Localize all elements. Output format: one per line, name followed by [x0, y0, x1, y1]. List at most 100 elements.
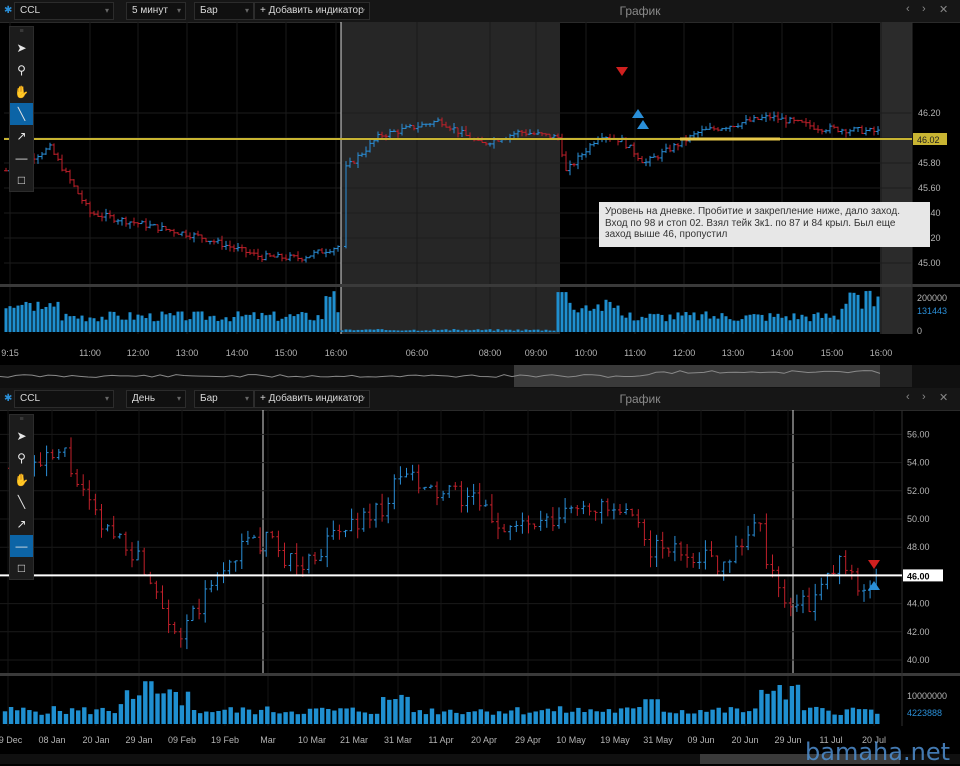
volume-bar	[832, 315, 836, 332]
volume-bar	[72, 316, 76, 332]
rectangle-icon[interactable]: □	[10, 557, 33, 579]
volume-bar	[796, 319, 800, 332]
volume-bar	[504, 329, 508, 332]
price-axis-label: 45.00	[918, 258, 941, 268]
horizontal-line-icon[interactable]: —	[10, 147, 33, 169]
volume-bar	[795, 684, 801, 724]
line-icon[interactable]: ╲	[10, 491, 33, 513]
add-indicator-button[interactable]: + Добавить индикатор ▾	[254, 2, 370, 20]
volume-bar	[130, 698, 136, 724]
volume-bar	[246, 709, 252, 724]
volume-bar	[64, 313, 68, 332]
volume-bar	[352, 330, 356, 332]
chart-logo-icon: ✱	[4, 393, 13, 404]
right-pad-shade	[880, 22, 912, 334]
volume-bar	[612, 712, 618, 724]
volume-bar	[668, 314, 672, 332]
chevron-down-icon: ▾	[360, 6, 365, 15]
volume-bar	[764, 320, 768, 332]
cursor-icon[interactable]: ➤	[10, 425, 33, 447]
volume-bar	[149, 681, 154, 724]
intraday-toolbar: ✱ CCL ▾ 5 минут ▾ Бар ▾ + Добавить индикато…	[0, 0, 960, 23]
date-axis-label: 11 Apr	[428, 735, 453, 745]
zoom-icon[interactable]: ⚲	[10, 447, 33, 469]
volume-bar	[324, 296, 328, 332]
volume-bar	[784, 316, 788, 332]
volume-bar	[568, 302, 572, 332]
zoom-icon[interactable]: ⚲	[10, 59, 33, 81]
toolbar-grip-icon[interactable]: ≡	[10, 415, 33, 425]
volume-bar	[8, 306, 12, 332]
volume-bar	[272, 311, 276, 332]
daily-chart-area[interactable]: 46.00 56.00 54.00 52.00 50.00 48.00 44.00 42.00…	[0, 410, 960, 764]
time-axis-label: 06:00	[406, 348, 429, 358]
chevron-down-icon: ▾	[360, 394, 365, 403]
forward-icon[interactable]: ›	[922, 391, 926, 403]
hand-icon[interactable]: ✋	[10, 469, 33, 491]
volume-bar	[284, 316, 288, 332]
time-axis-label: 14:00	[226, 348, 249, 358]
toolbar-grip-icon[interactable]: ≡	[10, 27, 33, 37]
symbol-select[interactable]: CCL ▾	[14, 390, 114, 408]
add-indicator-button[interactable]: + Добавить индикатор ▾	[254, 390, 370, 408]
current-price-label: 46.02	[917, 135, 940, 145]
volume-bar	[222, 709, 227, 724]
cursor-icon[interactable]: ➤	[10, 37, 33, 59]
horizontal-line-icon[interactable]: —	[10, 535, 33, 557]
back-icon[interactable]: ‹	[906, 3, 910, 15]
chart-logo-icon: ✱	[4, 5, 13, 16]
volume-bar	[768, 313, 772, 332]
rectangle-icon[interactable]: □	[10, 169, 33, 191]
volume-bar	[820, 317, 824, 332]
volume-bar	[672, 319, 676, 332]
volume-bar	[676, 312, 680, 332]
volume-axis-label: 0	[917, 326, 922, 336]
back-icon[interactable]: ‹	[906, 391, 910, 403]
volume-bar	[679, 710, 685, 724]
arrow-icon[interactable]: ↗	[10, 513, 33, 535]
volume-bar	[844, 709, 849, 724]
volume-bar	[862, 709, 868, 724]
volume-bar	[118, 704, 124, 724]
volume-bar	[399, 694, 404, 724]
volume-bar	[480, 330, 484, 332]
hand-icon[interactable]: ✋	[10, 81, 33, 103]
date-axis-label: Mar	[260, 735, 276, 745]
volume-bar	[234, 712, 239, 724]
volume-bar	[204, 319, 208, 332]
volume-bar	[600, 711, 605, 724]
date-axis-label: 21 Mar	[340, 735, 368, 745]
price-axis-label: 56.00	[907, 429, 930, 439]
volume-bar	[760, 314, 764, 332]
volume-bar	[374, 713, 380, 724]
close-icon[interactable]: ✕	[939, 3, 948, 16]
volume-bar	[728, 319, 732, 332]
volume-bar	[156, 320, 160, 332]
forward-icon[interactable]: ›	[922, 3, 926, 15]
close-icon[interactable]: ✕	[939, 391, 948, 404]
volume-bar	[40, 308, 44, 332]
volume-bar	[68, 316, 72, 332]
chart-type-select[interactable]: Бар ▾	[194, 2, 254, 20]
volume-bar	[740, 712, 746, 724]
sell-signal-icon	[616, 67, 628, 76]
price-axis-label: 40.00	[907, 655, 930, 665]
volume-bar	[684, 312, 688, 332]
volume-bar	[84, 321, 88, 332]
chart-type-select[interactable]: Бар ▾	[194, 390, 254, 408]
timeframe-select[interactable]: 5 минут ▾	[126, 2, 186, 20]
level-label: 46.00	[907, 571, 930, 581]
volume-bar	[268, 314, 272, 332]
timeframe-select[interactable]: День ▾	[126, 390, 186, 408]
arrow-icon[interactable]: ↗	[10, 125, 33, 147]
volume-bar	[716, 318, 720, 332]
volume-bar	[320, 319, 324, 332]
symbol-select[interactable]: CCL ▾	[14, 2, 114, 20]
volume-bar	[372, 329, 376, 332]
line-icon[interactable]: ╲	[10, 103, 33, 125]
price-axis-label: 50.00	[907, 514, 930, 524]
volume-bar	[765, 693, 770, 724]
add-indicator-label: + Добавить индикатор	[260, 393, 364, 404]
volume-separator	[0, 673, 960, 676]
volume-bar	[380, 329, 384, 332]
